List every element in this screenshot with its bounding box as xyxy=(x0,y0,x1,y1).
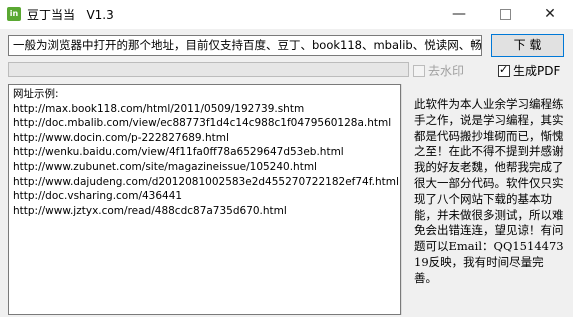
example-list-header: 网址示例: xyxy=(13,88,59,100)
download-button[interactable]: 下 载 xyxy=(491,34,564,57)
close-icon: ✕ xyxy=(544,6,556,22)
close-button[interactable]: ✕ xyxy=(527,0,573,29)
list-item: http://www.docin.com/p-222827689.html xyxy=(13,131,229,144)
minimize-icon: — xyxy=(452,6,466,22)
check-icon: ✓ xyxy=(499,63,509,76)
progress-bar xyxy=(8,62,409,77)
remove-watermark-checkbox[interactable]: 去水印 xyxy=(413,63,464,79)
list-item: http://doc.mbalib.com/view/ec88773f1d4c1… xyxy=(13,117,392,130)
url-input[interactable]: 一般为浏览器中打开的那个地址，目前仅支持百度、豆丁、book118、mbalib… xyxy=(8,35,482,56)
about-note: 此软件为本人业余学习编程练手之作，说是学习编程，其实都是代码搬抄堆砌而已，惭愧之… xyxy=(414,97,564,285)
list-item: http://www.zubunet.com/site/magazineissu… xyxy=(13,160,317,173)
remove-watermark-checkbox-box[interactable] xyxy=(413,65,425,77)
maximize-button[interactable] xyxy=(482,0,528,29)
example-url-list[interactable]: 网址示例: http://max.book118.com/html/2011/0… xyxy=(8,84,401,315)
app-icon: in xyxy=(7,7,21,21)
app-window: in 豆丁当当 V1.3 — ✕ 一般为浏览器中打开的那个地址，目前仅支持百度、… xyxy=(0,0,573,317)
list-item: http://wenku.baidu.com/view/4f11fa0ff78a… xyxy=(13,146,344,159)
title-bar[interactable]: in 豆丁当当 V1.3 — ✕ xyxy=(0,0,573,29)
vertical-scrollbar[interactable] xyxy=(401,84,409,315)
list-item: http://www.jztyx.com/read/488cdc87a735d6… xyxy=(13,204,287,217)
list-item: http://max.book118.com/html/2011/0509/19… xyxy=(13,102,305,115)
list-item: http://www.dajudeng.com/d2012081002583e2… xyxy=(13,175,399,188)
generate-pdf-label: 生成PDF xyxy=(513,64,561,78)
minimize-button[interactable]: — xyxy=(436,0,482,29)
generate-pdf-checkbox[interactable]: ✓ 生成PDF xyxy=(498,63,560,79)
list-item: http://doc.vsharing.com/436441 xyxy=(13,190,183,203)
generate-pdf-checkbox-box[interactable]: ✓ xyxy=(498,63,510,77)
remove-watermark-label: 去水印 xyxy=(428,64,465,78)
window-title: 豆丁当当 V1.3 xyxy=(27,8,114,22)
maximize-icon xyxy=(499,8,511,20)
